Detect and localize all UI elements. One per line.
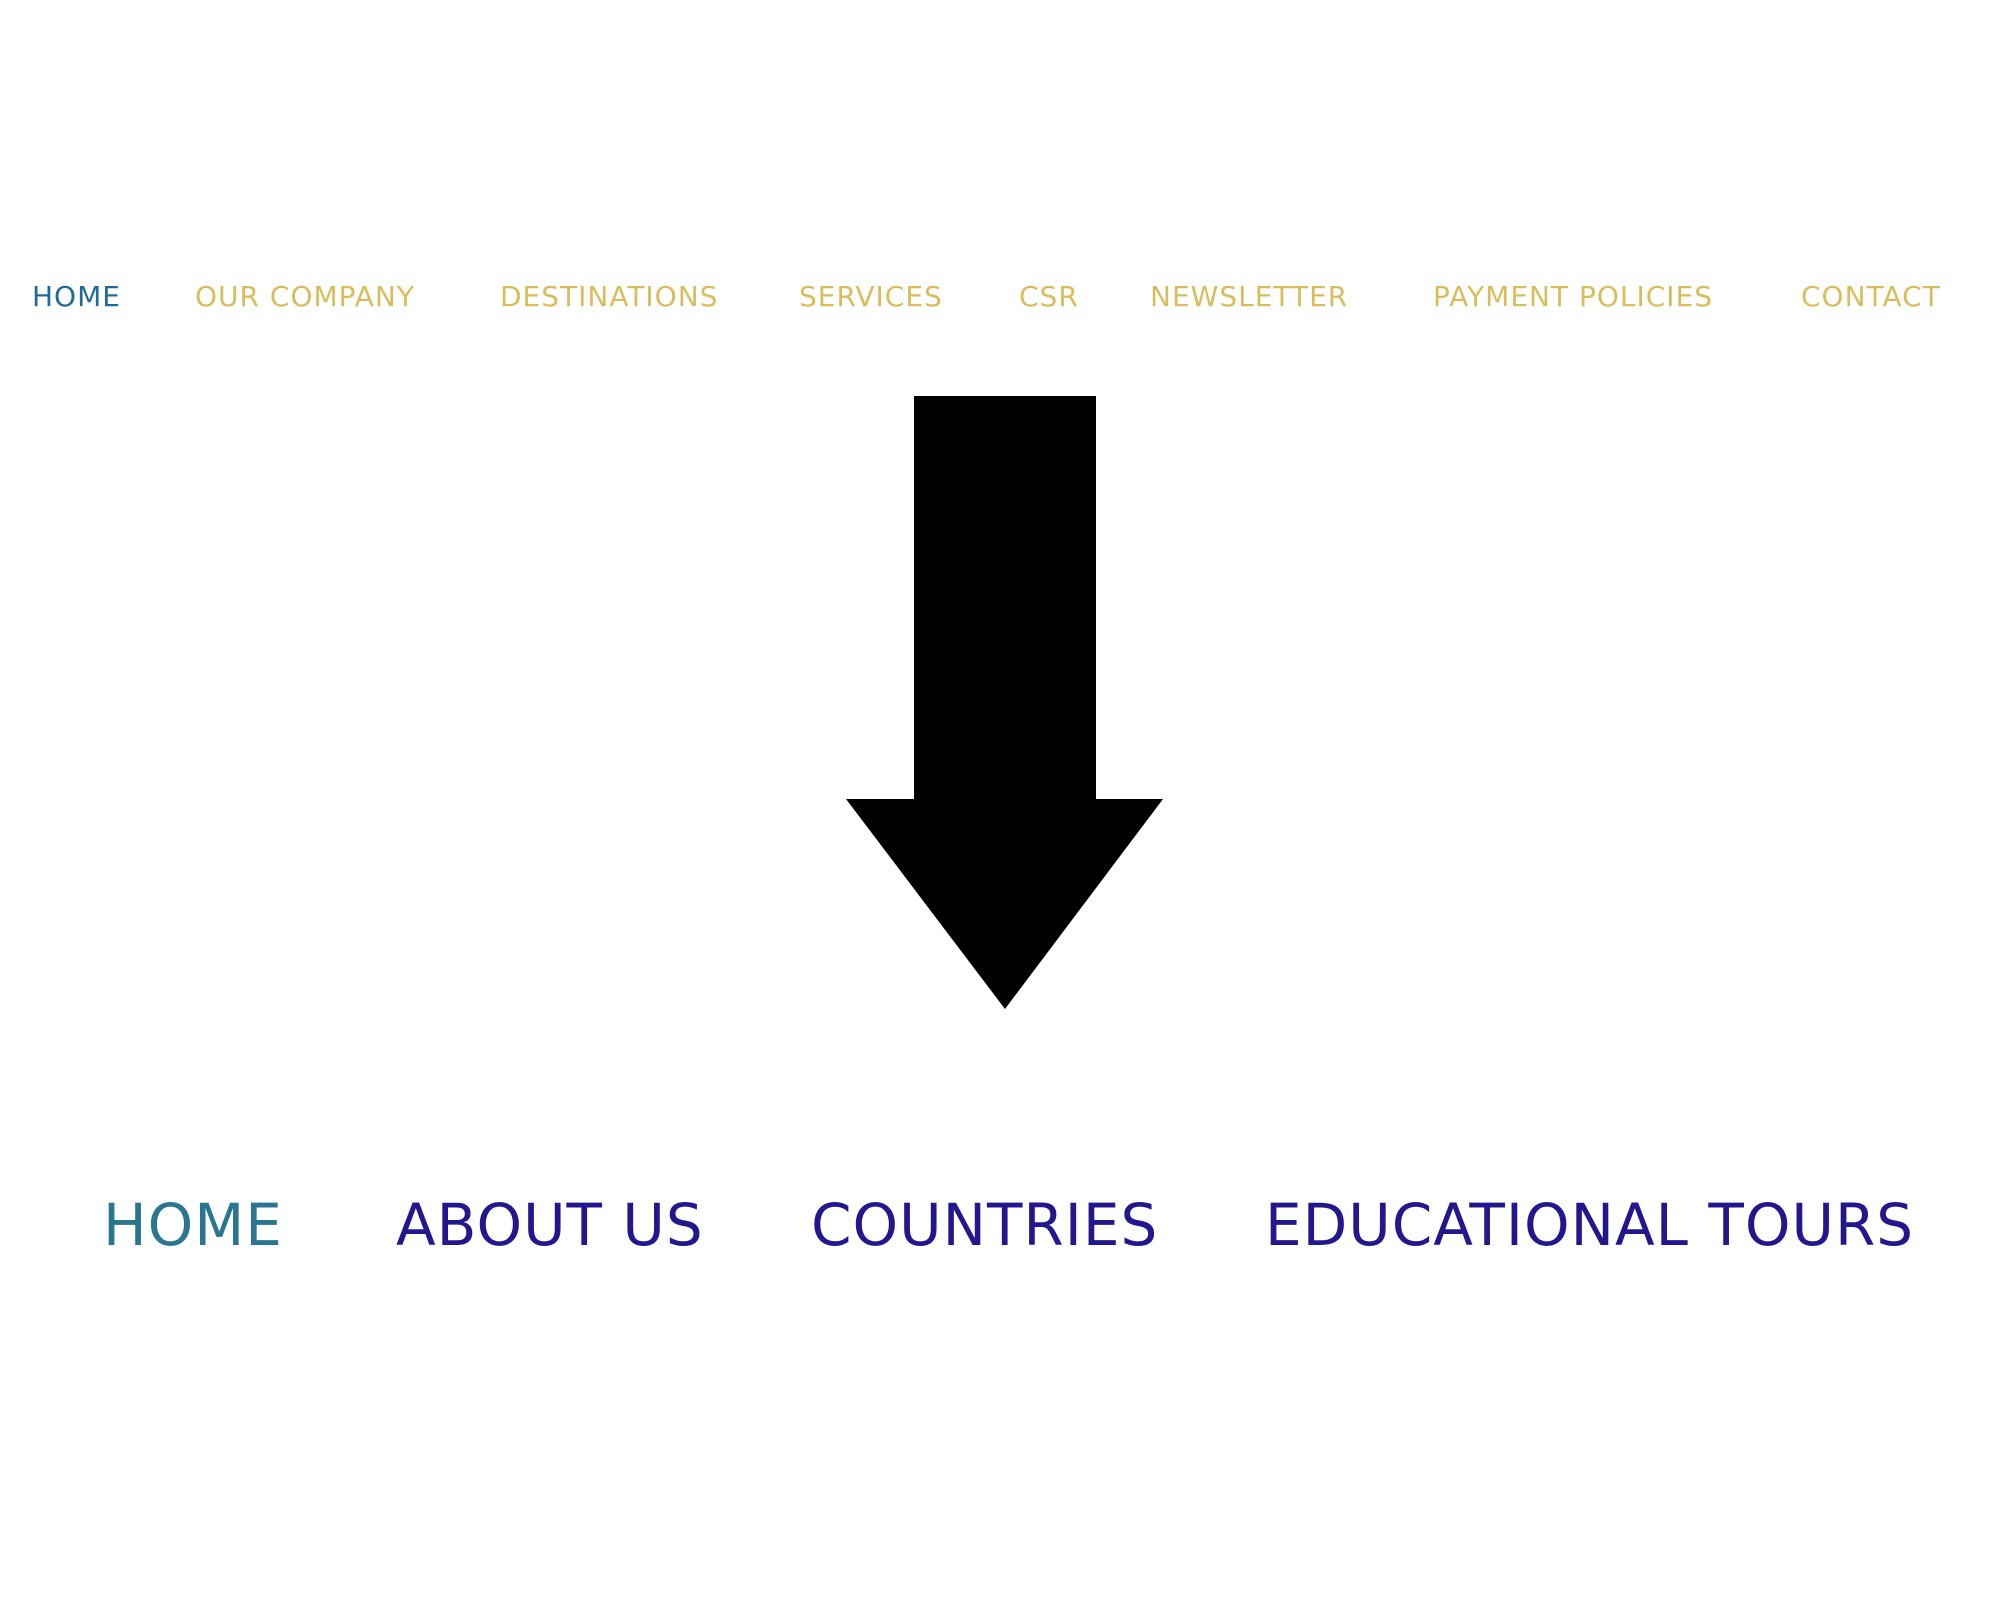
nav-countries[interactable]: COUNTRIES [811,1190,1158,1260]
nav-educational-tours[interactable]: EDUCATIONAL TOURS [1265,1190,1914,1260]
nav-about-us[interactable]: ABOUT US [396,1190,704,1260]
arrow-down-icon [846,396,1163,1009]
nav-home[interactable]: HOME [103,1190,283,1260]
